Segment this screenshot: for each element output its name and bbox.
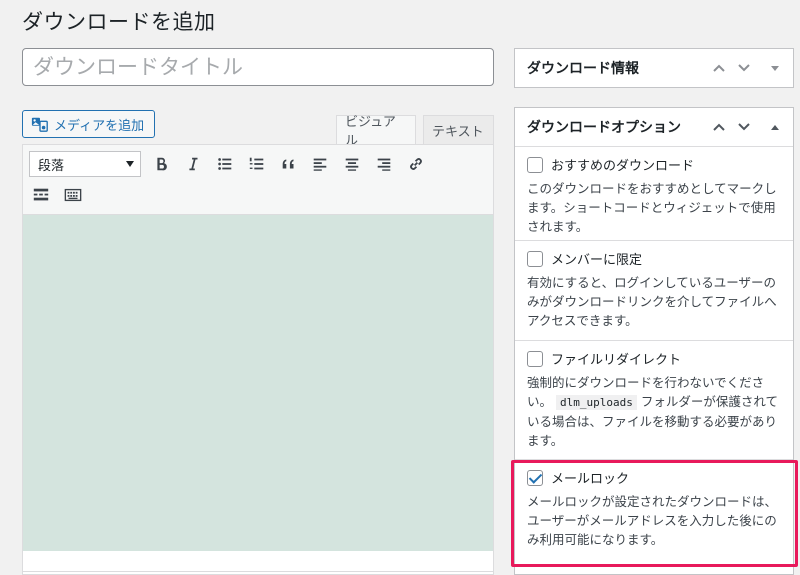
add-media-label: メディアを追加 [54,118,145,134]
italic-icon[interactable] [181,152,205,176]
featured-checkbox[interactable] [527,156,543,173]
toggle-panel-icon[interactable] [766,59,784,77]
option-email-lock-label-row[interactable]: メールロック [527,468,781,487]
option-email-lock: メールロック メールロックが設定されたダウンロードは、ユーザーがメールアドレスを… [515,459,793,574]
tab-text[interactable]: テキスト [423,115,494,144]
blockquote-icon[interactable] [277,152,301,176]
editor-divider [23,571,493,572]
link-icon[interactable] [404,152,428,176]
option-email-lock-label: メールロック [551,472,630,487]
option-redirect: ファイルリダイレクト 強制的にダウンロードを行わないでください。 dlm_upl… [515,340,793,459]
redirect-checkbox[interactable] [527,350,543,367]
download-info-title: ダウンロード情報 [527,61,639,77]
add-media-button[interactable]: メディアを追加 [22,110,155,138]
option-members-only: メンバーに限定 有効にすると、ログインしているユーザーのみがダウンロードリンクを… [515,240,793,340]
format-select[interactable]: 段落 [29,151,141,177]
chevron-up-icon[interactable] [710,118,728,136]
align-left-icon[interactable] [308,152,332,176]
option-redirect-label-row[interactable]: ファイルリダイレクト [527,349,781,368]
option-featured-label: おすすめのダウンロード [551,159,695,174]
page-title: ダウンロードを追加 [22,10,216,34]
option-redirect-label: ファイルリダイレクト [551,353,682,368]
option-redirect-description: 強制的にダウンロードを行わないでください。 dlm_uploads フォルダーが… [527,373,781,450]
read-more-icon[interactable] [29,183,53,207]
chevron-up-icon[interactable] [710,59,728,77]
bold-icon[interactable] [149,152,173,176]
option-members-label-row[interactable]: メンバーに限定 [527,249,781,268]
download-info-box: ダウンロード情報 [514,48,794,88]
members-only-checkbox[interactable] [527,250,543,267]
option-featured-description: このダウンロードをおすすめとしてマークします。ショートコードとウィジェットで使用… [527,181,777,234]
media-icon [31,117,48,132]
option-members-description: 有効にすると、ログインしているユーザーのみがダウンロードリンクを介してファイルへ… [527,275,777,328]
editor-content-area[interactable] [23,215,493,551]
format-select-value: 段落 [38,158,65,174]
chevron-down-icon [126,161,134,167]
option-email-lock-description: メールロックが設定されたダウンロードは、ユーザーがメールアドレスを入力した後にの… [527,494,778,547]
option-members-label: メンバーに限定 [551,253,643,268]
download-options-box: ダウンロードオプション おすすめのダウンロード このダウンロードをおすすめとして… [514,107,794,575]
align-center-icon[interactable] [340,152,364,176]
chevron-down-icon[interactable] [735,118,753,136]
align-right-icon[interactable] [372,152,396,176]
option-featured-label-row[interactable]: おすすめのダウンロード [527,155,781,174]
toggle-panel-icon[interactable] [766,118,784,136]
tab-visual[interactable]: ビジュアル [336,115,416,149]
email-lock-checkbox[interactable] [527,469,543,486]
numbered-list-icon[interactable] [245,152,269,176]
download-title-input[interactable] [22,48,494,86]
editor-toolbar: 段落 [23,145,493,215]
toolbar-toggle-icon[interactable] [61,183,85,207]
chevron-down-icon[interactable] [735,59,753,77]
content-editor: 段落 [22,144,494,575]
download-options-title: ダウンロードオプション [527,120,681,136]
option-featured: おすすめのダウンロード このダウンロードをおすすめとしてマークします。ショートコ… [515,146,793,240]
dlm-uploads-code: dlm_uploads [556,395,637,410]
download-options-header: ダウンロードオプション [515,108,793,146]
bullet-list-icon[interactable] [213,152,237,176]
download-info-header: ダウンロード情報 [515,49,793,87]
